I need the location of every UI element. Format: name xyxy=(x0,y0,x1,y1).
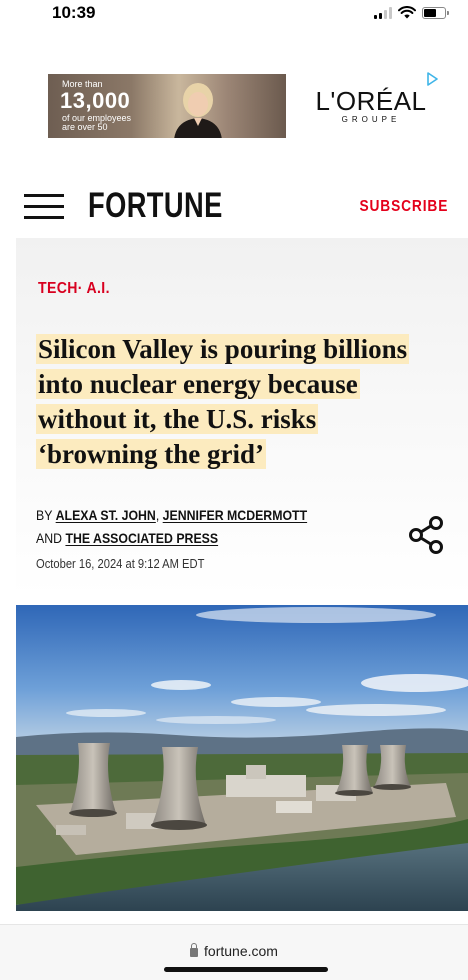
ad-person-image xyxy=(174,83,222,138)
article-header: TECH· A.I. Silicon Valley is pouring bil… xyxy=(16,238,468,598)
ad-image: More than 13,000 of our employees are ov… xyxy=(48,74,286,138)
site-header: FORTUNE SUBSCRIBE xyxy=(0,170,468,236)
article-hero-image[interactable] xyxy=(16,605,468,911)
share-icon[interactable] xyxy=(406,514,446,556)
nuclear-plant-photo xyxy=(16,605,468,911)
byline-prefix: BY xyxy=(36,507,53,523)
author-link-associated-press[interactable]: THE ASSOCIATED PRESS xyxy=(65,530,218,546)
headline-line: ‘browning the grid’ xyxy=(36,439,267,469)
signal-icon xyxy=(374,6,392,19)
article-headline: Silicon Valley is pouring billions into … xyxy=(36,332,466,472)
headline-line: Silicon Valley is pouring billions xyxy=(36,334,410,364)
fortune-logo[interactable]: FORTUNE xyxy=(88,186,223,226)
ad-text-over-50: are over 50 xyxy=(62,122,108,132)
home-indicator[interactable] xyxy=(164,967,328,972)
lock-icon xyxy=(190,943,199,957)
battery-icon xyxy=(422,6,449,19)
adchoices-icon[interactable] xyxy=(426,72,438,86)
ad-banner[interactable]: More than 13,000 of our employees are ov… xyxy=(48,72,438,138)
article-byline: BY ALEXA ST. JOHN, JENNIFER MCDERMOTT AN… xyxy=(36,507,308,546)
article-category[interactable]: TECH· A.I. xyxy=(38,280,110,298)
subscribe-link[interactable]: SUBSCRIBE xyxy=(359,198,448,216)
status-icons xyxy=(374,6,449,19)
headline-line: without it, the U.S. risks xyxy=(36,404,319,434)
ad-brand-logo: L'ORÉAL GROUPE xyxy=(304,86,438,124)
article-date: October 16, 2024 at 9:12 AM EDT xyxy=(36,556,205,571)
url-text: fortune.com xyxy=(204,943,278,959)
url-display[interactable]: fortune.com xyxy=(0,943,468,959)
status-time: 10:39 xyxy=(52,3,96,22)
ad-number: 13,000 xyxy=(60,88,131,113)
author-link-jennifer-mcdermott[interactable]: JENNIFER MCDERMOTT xyxy=(163,507,307,523)
hamburger-menu-icon[interactable] xyxy=(24,194,64,220)
author-link-alexa-st-john[interactable]: ALEXA ST. JOHN xyxy=(56,507,156,523)
status-bar: 10:39 xyxy=(0,0,468,30)
ad-brand-name: L'ORÉAL xyxy=(315,86,427,116)
headline-line: into nuclear energy because xyxy=(36,369,360,399)
byline-and: AND xyxy=(36,530,63,546)
wifi-icon xyxy=(398,6,416,19)
